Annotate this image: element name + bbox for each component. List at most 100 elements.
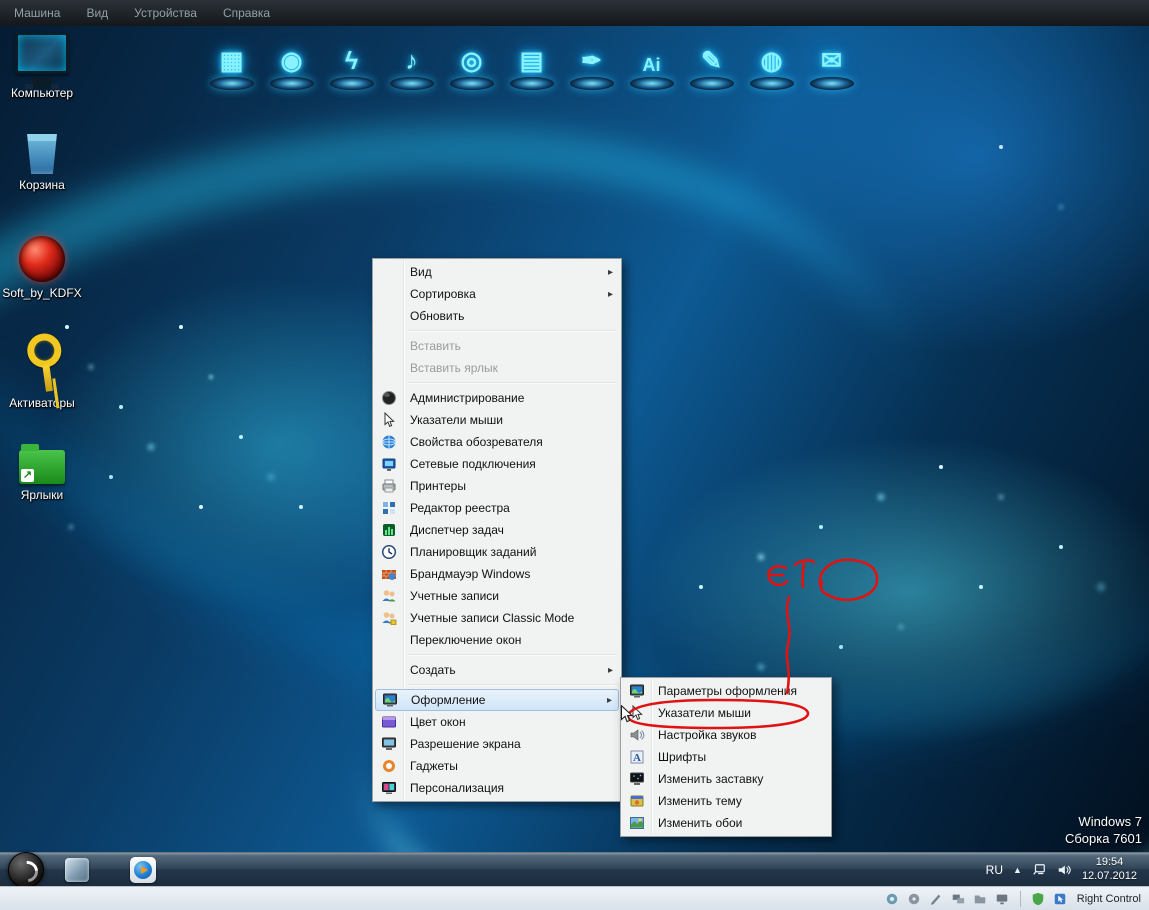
menu-item-label: Шрифты [658,750,707,764]
menu-item-label: Учетные записи [410,589,499,603]
desktop-icon-computer[interactable]: Компьютер [0,32,84,100]
menu-item-label: Оформление [411,693,486,707]
menu-item-oformlenie[interactable]: Оформление ▸ [375,689,619,711]
status-audio-icon[interactable] [929,891,944,906]
dock-pedestal [269,77,314,90]
menu-item-brandmauer-windows[interactable]: Брандмауэр Windows [375,563,619,585]
volume-tray-icon[interactable] [1057,863,1072,878]
status-cd-icon[interactable] [907,891,922,906]
dock-item-quill[interactable]: ✎ [688,28,735,90]
appearance-icon [623,683,651,699]
vbox-menu-help[interactable]: Справка [223,6,270,20]
desktop-icon-soft-by-kdfx[interactable]: Soft_by_KDFX [0,236,84,300]
document-icon: ▤ [519,47,544,75]
status-shared-folders-icon[interactable] [973,891,988,906]
dock-item-lightning[interactable]: ϟ [328,28,375,90]
vbox-menu-view[interactable]: Вид [86,6,108,20]
menu-item-label: Сетевые подключения [410,457,536,471]
menu-item-label: Переключение окон [410,633,522,647]
dock-item-ink-bottle[interactable]: ✒ [568,28,615,90]
menu-item-gadzhety[interactable]: Гаджеты [375,755,619,777]
vbox-statusbar: Right Control [0,886,1149,910]
dock-item-apple[interactable]: ◍ [748,28,795,90]
menu-item-setevye-podklyucheniya[interactable]: Сетевые подключения [375,453,619,475]
menu-item-label: Редактор реестра [410,501,510,515]
desktop-icon-activators[interactable]: Активаторы [0,334,84,410]
desktop-icon-recycle-bin[interactable]: Корзина [0,134,84,192]
menu-item-label: Персонализация [410,781,505,795]
firewall-icon [375,566,403,582]
sound-icon [623,727,651,743]
status-features-icon[interactable] [1031,891,1046,906]
menu-item-label: Указатели мыши [658,706,751,720]
vbox-menu-devices[interactable]: Устройства [134,6,197,20]
dock-pedestal [569,77,614,90]
statusbar-divider [1019,890,1021,907]
dock-item-cart[interactable]: ▦ [208,28,255,90]
illustrator-icon: Ai [642,55,661,75]
menu-item-printery[interactable]: Принтеры [375,475,619,497]
menu-item-tsvet-okon[interactable]: Цвет окон [375,711,619,733]
dock-item-film-reel[interactable]: ◎ [448,28,495,90]
start-button[interactable] [8,852,44,888]
menu-item-vid[interactable]: Вид ▸ [375,261,619,283]
menu-item-dispetcher-zadach[interactable]: Диспетчер задач [375,519,619,541]
menu-item-personalizatsiya[interactable]: Персонализация [375,777,619,799]
menu-item-pereklyuchenie-okon[interactable]: Переключение окон [375,629,619,651]
system-tray: RU ▲ 19:54 12.07.2012 [986,853,1149,887]
vbox-menu-machine[interactable]: Машина [14,6,60,20]
ink-bottle-icon: ✒ [581,47,602,75]
menu-item-izmenit-zastavku[interactable]: Изменить заставку [623,768,829,790]
menu-item-label: Принтеры [410,479,466,493]
printer-icon [375,478,403,494]
taskbar-app-media-player[interactable] [128,856,158,884]
menu-item-label: Администрирование [410,391,525,405]
menu-separator [407,382,617,384]
status-display-icon[interactable] [995,891,1010,906]
status-mouse-integration-icon[interactable] [1053,891,1068,906]
menu-item-redaktor-reestra[interactable]: Редактор реестра [375,497,619,519]
tray-expand-icon[interactable]: ▲ [1013,865,1022,875]
desktop-icon-label: Soft_by_KDFX [2,286,82,300]
menu-item-obnovit[interactable]: Обновить [375,305,619,327]
menu-item-administrirovanie[interactable]: Администрирование [375,387,619,409]
desktop[interactable]: ▦ ◉ ϟ ♪ ◎ ▤ ✒ Ai ✎ ◍ ✉ Компьютер Корзина Soft_by_K… [0,26,1149,852]
dock-item-mail[interactable]: ✉ [808,28,855,90]
users-icon [375,588,403,604]
taskbar-app-cube[interactable] [62,856,92,884]
vbox-menubar: Машина Вид Устройства Справка [0,0,1149,26]
menu-item-planirovshchik-zadaniy[interactable]: Планировщик заданий [375,541,619,563]
status-hdd-icon[interactable] [885,891,900,906]
ie-icon [375,434,403,450]
menu-item-izmenit-oboi[interactable]: Изменить обои [623,812,829,834]
menu-item-razreshenie-ekrana[interactable]: Разрешение экрана [375,733,619,755]
desktop-icon-label: Компьютер [10,86,74,100]
menu-item-parametry-oformleniya[interactable]: Параметры оформления [623,680,829,702]
network-tray-icon[interactable] [1032,863,1047,878]
desktop-icon-shortcuts[interactable]: Ярлыки [0,442,84,502]
menu-item-shrifty[interactable]: A Шрифты [623,746,829,768]
language-indicator[interactable]: RU [986,863,1003,877]
recycle-bin-icon [27,134,57,174]
menu-item-izmenit-temu[interactable]: Изменить тему [623,790,829,812]
virtualbox-window: Машина Вид Устройства Справка ▦ ◉ ϟ ♪ ◎ ▤ ✒ Ai ✎… [0,0,1149,910]
dock-item-illustrator[interactable]: Ai [628,28,675,90]
wallpaper-sparkles [0,26,2,28]
dock-item-ball[interactable]: ◉ [268,28,315,90]
desktop-context-menu: Вид ▸ Сортировка ▸ Обновить Вставить Вставить … [372,258,622,802]
desktop-icon-label: Ярлыки [20,488,64,502]
clock[interactable]: 19:54 12.07.2012 [1082,856,1137,884]
menu-item-sortirovka[interactable]: Сортировка ▸ [375,283,619,305]
menu-item-uchetnye-zapisi-classic[interactable]: Учетные записи Classic Mode [375,607,619,629]
menu-item-label: Диспетчер задач [410,523,504,537]
menu-item-sozdat[interactable]: Создать ▸ [375,659,619,681]
status-network-icon[interactable] [951,891,966,906]
menu-item-nastroyka-zvukov[interactable]: Настройка звуков [623,724,829,746]
dock-item-music[interactable]: ♪ [388,28,435,90]
menu-item-ukazateli-myshi[interactable]: Указатели мыши [375,409,619,431]
menu-item-svoystva-obozrevatelya[interactable]: Свойства обозревателя [375,431,619,453]
menu-item-uchetnye-zapisi[interactable]: Учетные записи [375,585,619,607]
menu-item-ukazateli-myshi[interactable]: Указатели мыши [623,702,829,724]
app-cube-icon [65,858,89,882]
dock-item-document[interactable]: ▤ [508,28,555,90]
